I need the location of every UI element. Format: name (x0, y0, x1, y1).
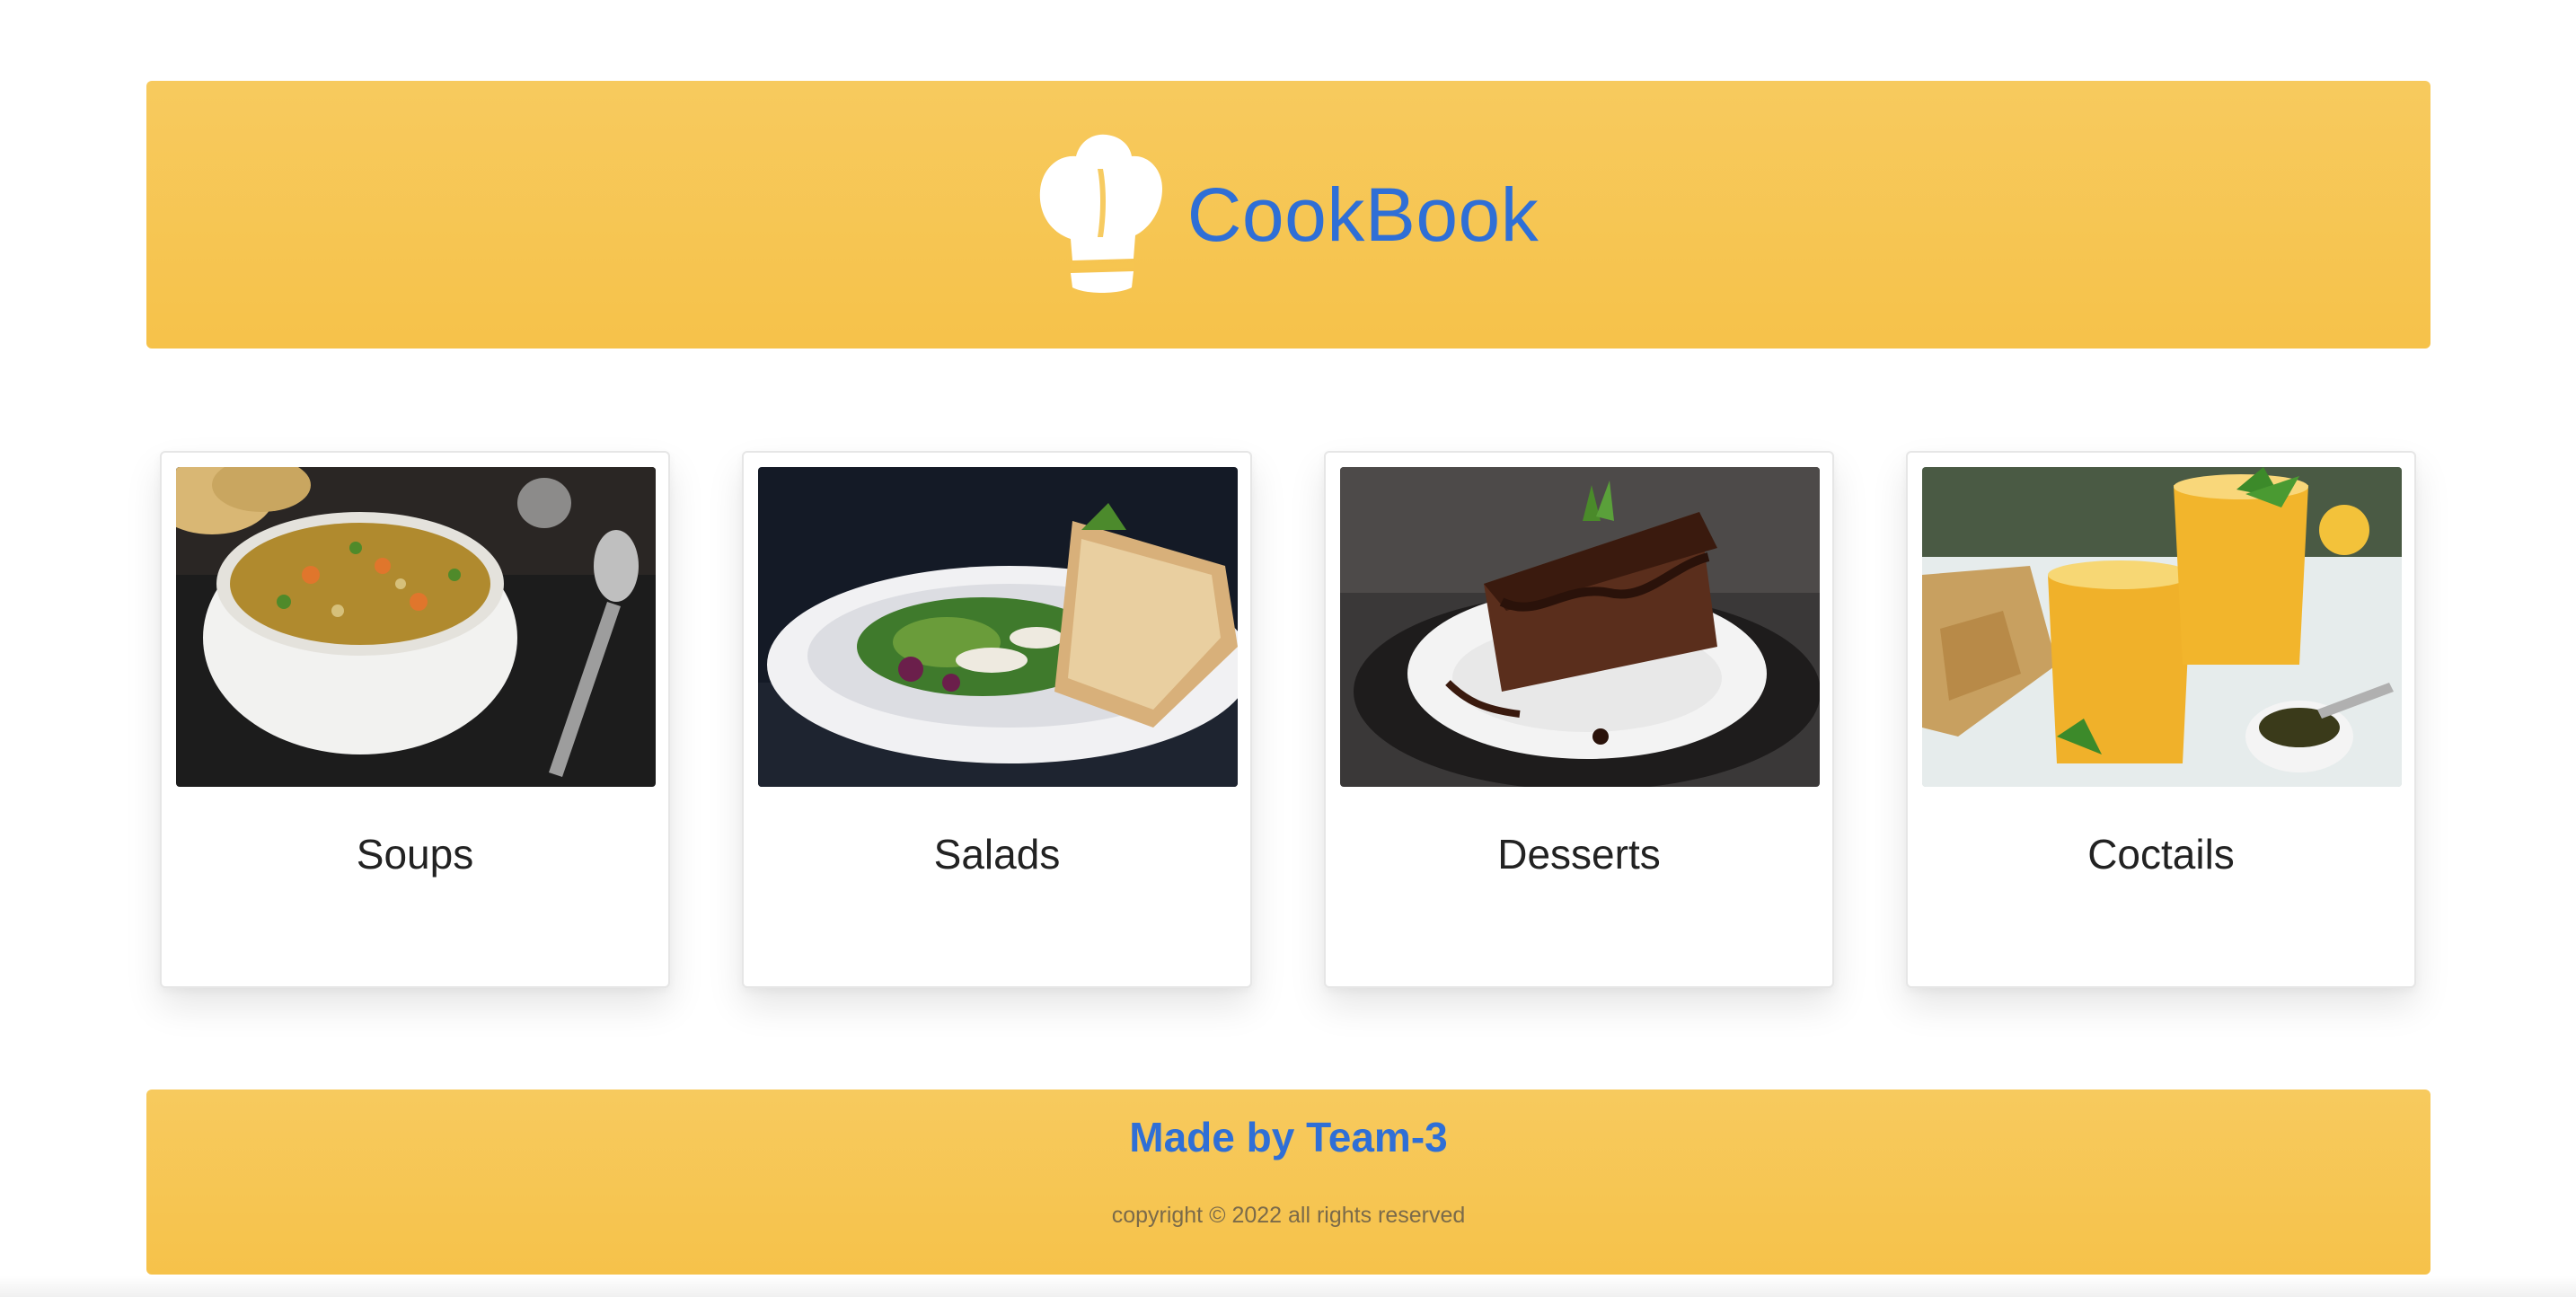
category-card-coctails[interactable]: Coctails (1906, 451, 2416, 988)
page-bottom-shadow (0, 1275, 2576, 1297)
site-footer: Made by Team-3 copyright © 2022 all righ… (146, 1090, 2430, 1275)
category-label: Desserts (1497, 831, 1661, 878)
brand-logo-link[interactable]: CookBook (1038, 133, 1539, 296)
category-card-desserts[interactable]: Desserts (1324, 451, 1834, 988)
category-card-soups[interactable]: Soups (160, 451, 670, 988)
chef-hat-icon (1039, 134, 1162, 293)
salad-plate-photo (758, 467, 1238, 787)
chocolate-cake-photo (1340, 467, 1820, 787)
category-label: Salads (933, 831, 1061, 878)
site-header: CookBook (146, 81, 2430, 349)
made-by-text: Made by Team-3 (1129, 1114, 1448, 1160)
category-label: Coctails (2087, 831, 2235, 878)
category-card-salads[interactable]: Salads (742, 451, 1252, 988)
category-cards: Soups Salads Desserts Coctails (160, 451, 2417, 990)
copyright-text: copyright © 2022 all rights reserved (1111, 1203, 1466, 1228)
lemonade-glasses-photo (1922, 467, 2402, 787)
category-label: Soups (356, 831, 474, 878)
site-title: CookBook (1187, 172, 1539, 257)
soup-bowl-photo (176, 467, 656, 787)
